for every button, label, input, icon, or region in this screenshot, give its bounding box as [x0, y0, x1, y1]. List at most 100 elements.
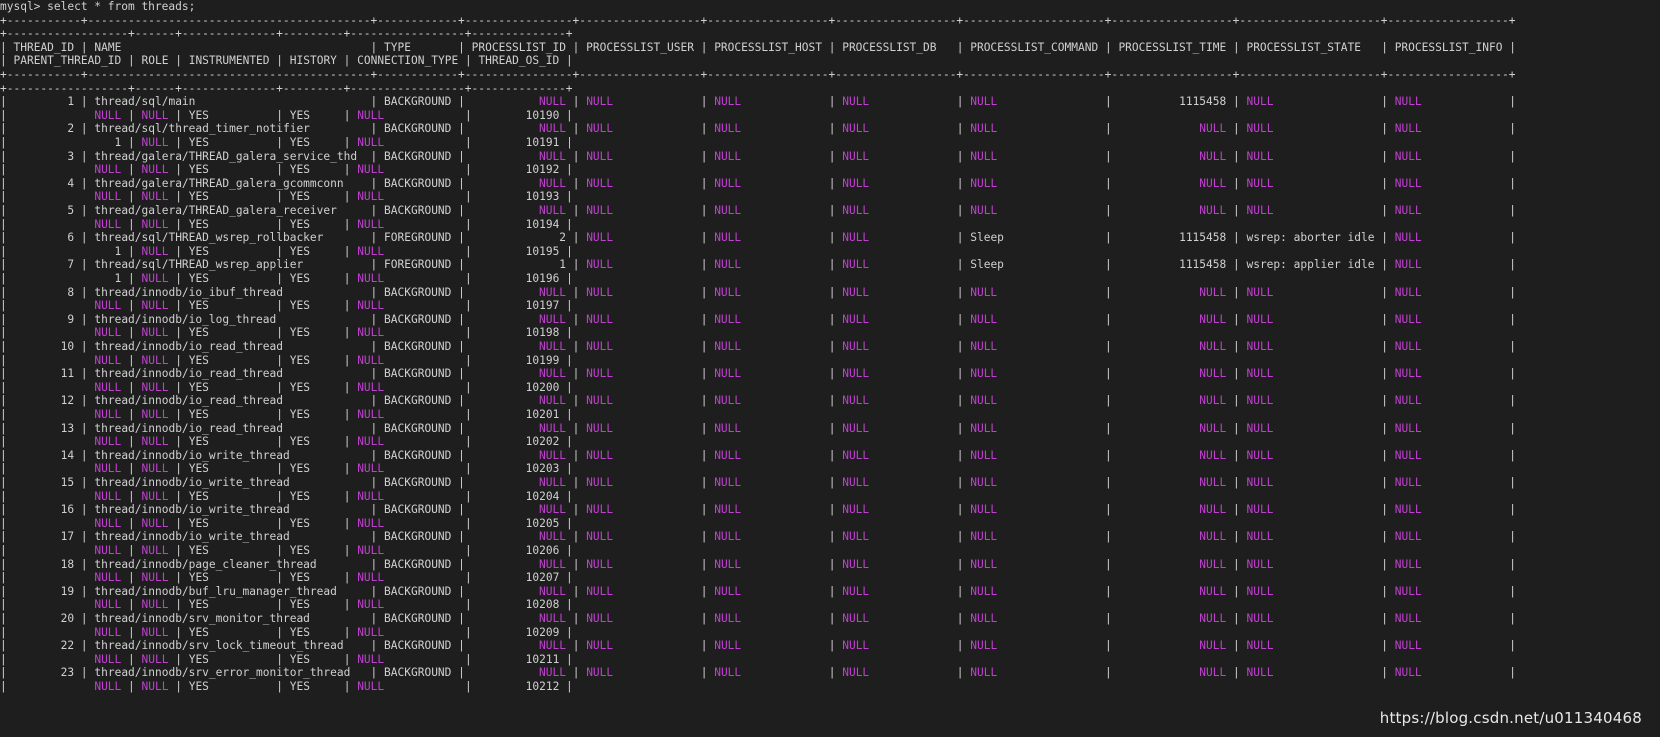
cell-host: NULL [714, 448, 742, 462]
cell-time: NULL [1199, 503, 1227, 517]
cell-conn: NULL [357, 244, 385, 258]
table-row-continued: | NULL | NULL | YES | YES | NULL | 10207… [0, 571, 573, 585]
cell-db: NULL [842, 367, 870, 381]
cell-type: BACKGROUND [384, 122, 452, 136]
cell-os: 10206 [525, 544, 560, 557]
cell-db: NULL [842, 421, 870, 435]
cell-id: 14 [60, 448, 75, 462]
cell-time: NULL [1199, 421, 1227, 435]
cell-id: 7 [67, 258, 75, 272]
cell-name: thread/innodb/io_log_thread [94, 312, 277, 326]
cell-id: 18 [60, 557, 75, 571]
column-header: PROCESSLIST_STATE [1246, 40, 1361, 54]
cell-name: thread/innodb/io_read_thread [94, 421, 283, 435]
cell-host: NULL [714, 149, 742, 163]
cell-state: wsrep: applier idle [1246, 258, 1375, 272]
cell-hist: YES [289, 544, 310, 557]
cell-pid: NULL [538, 421, 566, 435]
cell-type: BACKGROUND [384, 367, 452, 381]
cell-id: 2 [67, 122, 75, 136]
cell-os: 10191 [525, 136, 560, 149]
cell-name: thread/innodb/srv_monitor_thread [94, 612, 310, 625]
cell-state: NULL [1246, 204, 1274, 217]
cell-hist: YES [289, 272, 311, 285]
cell-time: 1115458 [1179, 231, 1227, 245]
cell-parent: NULL [94, 544, 122, 557]
cell-pid: NULL [539, 584, 566, 598]
cell-type: BACKGROUND [384, 285, 452, 299]
cell-db: NULL [842, 503, 870, 517]
cell-parent: NULL [94, 516, 122, 530]
cell-hist: YES [289, 353, 310, 367]
cell-os: 10204 [525, 489, 560, 503]
cell-type: BACKGROUND [384, 421, 452, 435]
cell-conn: NULL [357, 163, 385, 177]
table-row: | 4 | thread/galera/THREAD_galera_gcommc… [0, 176, 1516, 190]
cell-os: 10192 [525, 163, 560, 177]
cell-hist: YES [289, 571, 310, 585]
cell-instr: YES [188, 462, 209, 476]
cell-os: 10202 [525, 435, 560, 449]
cell-role: NULL [141, 489, 169, 503]
cell-state: NULL [1246, 584, 1274, 598]
cell-state: NULL [1246, 340, 1274, 353]
cell-type: BACKGROUND [384, 394, 452, 408]
cell-state: NULL [1246, 312, 1274, 326]
cell-info: NULL [1394, 476, 1422, 489]
cell-db: NULL [842, 95, 870, 109]
table-border-mid: +-----------+---------------------------… [0, 68, 1516, 81]
cell-parent: NULL [94, 598, 122, 612]
cell-id: 9 [67, 312, 75, 326]
cell-user: NULL [586, 503, 614, 517]
cell-state: NULL [1246, 639, 1274, 653]
cell-instr: YES [188, 190, 209, 204]
cell-instr: YES [188, 163, 209, 177]
cell-db: NULL [842, 394, 870, 408]
cell-hist: YES [289, 108, 310, 122]
cell-name: thread/innodb/io_write_thread [94, 476, 290, 489]
cell-type: BACKGROUND [384, 448, 452, 462]
cell-host: NULL [714, 476, 742, 489]
cell-parent: 1 [114, 272, 122, 285]
cell-cmd: NULL [970, 176, 998, 190]
command-prompt: mysql> select * from threads; [0, 0, 196, 13]
cell-cmd: NULL [970, 612, 998, 625]
cell-user: NULL [586, 448, 614, 462]
cell-parent: NULL [94, 625, 122, 639]
cell-info: NULL [1394, 448, 1422, 462]
cell-instr: YES [188, 435, 209, 449]
cell-state: NULL [1246, 530, 1274, 544]
cell-name: thread/innodb/io_write_thread [94, 448, 290, 462]
cell-role: NULL [141, 544, 169, 557]
cell-type: BACKGROUND [384, 95, 452, 109]
cell-info: NULL [1394, 666, 1422, 680]
cell-time: NULL [1199, 312, 1227, 326]
cell-user: NULL [586, 340, 614, 353]
cell-info: NULL [1394, 258, 1422, 272]
cell-os: 10193 [525, 190, 560, 204]
cell-db: NULL [842, 476, 870, 489]
table-row: | 12 | thread/innodb/io_read_thread | BA… [0, 394, 1516, 408]
terminal-window[interactable]: mysql> select * from threads; +----------… [0, 0, 1660, 737]
table-row-continued: | 1 | NULL | YES | YES | NULL | 10195 | [0, 244, 573, 258]
cell-info: NULL [1394, 394, 1422, 408]
cell-conn: NULL [357, 190, 385, 204]
cell-parent: NULL [94, 353, 122, 367]
column-header: PROCESSLIST_DB [842, 40, 937, 54]
cell-cmd: Sleep [970, 231, 1004, 245]
cell-hist: YES [289, 163, 310, 177]
cell-db: NULL [842, 258, 870, 272]
cell-type: BACKGROUND [384, 312, 452, 326]
cell-instr: YES [188, 353, 209, 367]
cell-name: thread/innodb/io_write_thread [94, 530, 290, 544]
cell-user: NULL [586, 285, 614, 299]
cell-type: FOREGROUND [384, 258, 452, 272]
cell-instr: YES [188, 244, 209, 258]
cell-db: NULL [842, 204, 870, 217]
cell-conn: NULL [357, 435, 385, 449]
cell-cmd: NULL [970, 285, 998, 299]
cell-info: NULL [1394, 176, 1422, 190]
cell-os: 10203 [525, 462, 560, 476]
cell-hist: YES [289, 326, 310, 340]
cell-conn: NULL [357, 462, 385, 476]
